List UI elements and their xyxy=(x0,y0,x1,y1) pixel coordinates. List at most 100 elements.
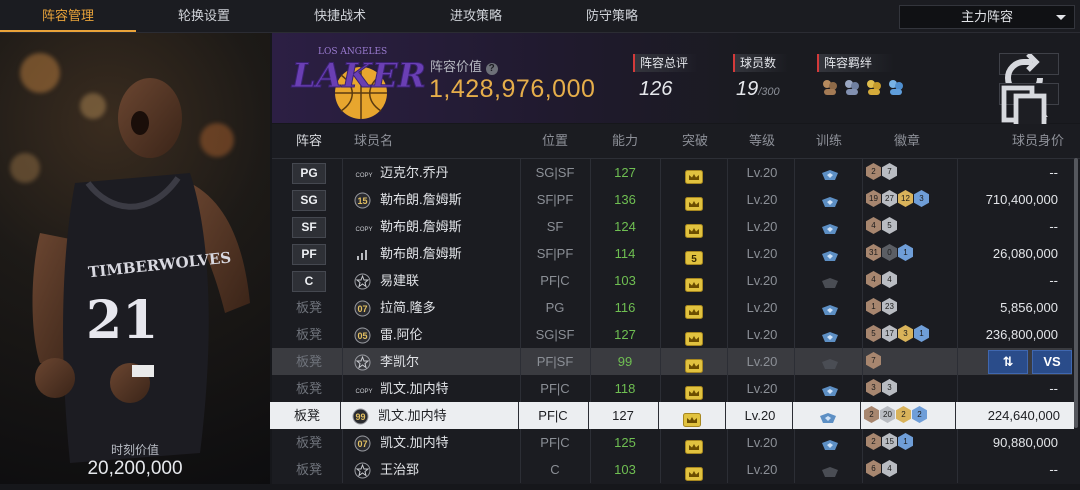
slot-label: 板凳 xyxy=(293,408,320,423)
player-name[interactable]: 凯文.加内特 xyxy=(380,375,449,402)
tab-rotation-settings[interactable]: 轮换设置 xyxy=(136,0,272,32)
breakthrough-icon[interactable] xyxy=(685,436,703,454)
badge-list[interactable]: 2 20 2 2 xyxy=(864,406,927,425)
breakthrough-icon[interactable] xyxy=(685,166,703,184)
training-icon[interactable] xyxy=(820,246,840,261)
breakthrough-icon[interactable] xyxy=(685,274,703,292)
select-button[interactable]: 选拔 xyxy=(999,52,1059,127)
bond-icon-2[interactable] xyxy=(843,78,861,96)
breakthrough-icon[interactable]: 5 xyxy=(685,247,703,265)
col-ability[interactable]: 能力 xyxy=(590,124,660,158)
badge-icon: 2 xyxy=(896,406,911,423)
table-row[interactable]: 板凳 07 拉简.隆多 PG 116 Lv.20 1 23 5,856,000 xyxy=(272,294,1072,321)
help-icon[interactable]: ? xyxy=(485,63,498,75)
training-icon[interactable] xyxy=(818,408,838,423)
badge-list[interactable]: 44 xyxy=(866,271,897,290)
training-icon[interactable] xyxy=(820,381,840,396)
table-scrollbar[interactable] xyxy=(1074,158,1078,428)
bond-icons[interactable] xyxy=(821,78,905,100)
breakthrough-icon[interactable] xyxy=(685,382,703,400)
training-icon[interactable] xyxy=(820,192,840,207)
table-row[interactable]: PF 勒布朗.詹姆斯 SF|PF 114 5 Lv.20 31 0 1 26,080,000 xyxy=(272,240,1072,267)
table-row[interactable]: C 易建联 PF|C 103 Lv.20 4 4 -- xyxy=(272,267,1072,294)
svg-text:COPY: COPY xyxy=(355,389,372,395)
tab-defense-strategy[interactable]: 防守策略 xyxy=(544,0,680,32)
slot-badge: SG xyxy=(292,190,326,211)
bond-icon-4[interactable] xyxy=(887,78,905,96)
tab-offense-strategy[interactable]: 进攻策略 xyxy=(408,0,544,32)
player-name[interactable]: 易建联 xyxy=(380,267,419,294)
training-icon[interactable] xyxy=(820,354,840,369)
badge-list[interactable]: 33 xyxy=(866,379,897,398)
col-name[interactable]: 球员名 xyxy=(354,124,414,158)
table-row[interactable]: SF COPY 勒布朗.詹姆斯 SF 124 Lv.20 4 5 -- xyxy=(272,213,1072,240)
training-icon[interactable] xyxy=(820,300,840,315)
player-name[interactable]: 雷.阿伦 xyxy=(380,321,423,348)
table-row[interactable]: 板凳 COPY 凯文.加内特 PF|C 118 Lv.20 3 3 -- xyxy=(272,375,1072,402)
player-name[interactable]: 王治郅 xyxy=(380,456,419,483)
badge-list[interactable]: 27 xyxy=(866,163,897,182)
breakthrough-icon[interactable] xyxy=(685,193,703,211)
card-type-icon: COPY xyxy=(354,164,372,181)
tab-quick-tactics[interactable]: 快捷战术 xyxy=(272,0,408,32)
badge-list[interactable]: 31 0 1 xyxy=(866,244,913,263)
training-icon[interactable] xyxy=(820,165,840,180)
training-icon[interactable] xyxy=(820,219,840,234)
badge-icon: 3 xyxy=(914,190,929,207)
swap-button[interactable]: ⇅ xyxy=(988,350,1028,374)
badge-icon: 15 xyxy=(882,433,897,450)
player-name[interactable]: 凯文.加内特 xyxy=(378,402,447,429)
col-badges[interactable]: 徽章 xyxy=(862,124,952,158)
player-name[interactable]: 李凯尔 xyxy=(380,348,419,375)
rating-label: 阵容总评 xyxy=(633,54,698,72)
col-price[interactable]: 球员身价 xyxy=(972,124,1064,158)
table-row[interactable]: 板凳 05 雷.阿伦 SG|SF 127 Lv.20 5 17 3 1 236,800,000 xyxy=(272,321,1072,348)
table-row[interactable]: 板凳 王治郅 C 103 Lv.20 6 4 -- xyxy=(272,456,1072,483)
player-position: SF xyxy=(546,219,564,234)
badge-list[interactable]: 1 23 xyxy=(866,298,897,317)
breakthrough-icon[interactable] xyxy=(685,355,703,373)
badge-list[interactable]: 5 17 3 1 xyxy=(866,325,929,344)
bond-icon-1[interactable] xyxy=(821,78,839,96)
bond-icon-3[interactable] xyxy=(865,78,883,96)
breakthrough-icon[interactable] xyxy=(685,328,703,346)
player-position: PF|C xyxy=(540,435,570,450)
training-icon[interactable] xyxy=(820,462,840,477)
player-name[interactable]: 拉简.隆多 xyxy=(380,294,436,321)
lineup-select[interactable]: 主力阵容 xyxy=(899,5,1075,29)
breakthrough-icon[interactable] xyxy=(685,301,703,319)
breakthrough-icon[interactable] xyxy=(685,220,703,238)
player-level: Lv.20 xyxy=(746,354,778,369)
training-icon[interactable] xyxy=(820,435,840,450)
card-type-icon: 05 xyxy=(354,326,371,344)
table-row[interactable]: SG 15 勒布朗.詹姆斯 SF|PF 136 Lv.20 19 27 12 3 710,400,0… xyxy=(272,186,1072,213)
col-slot[interactable]: 阵容 xyxy=(280,124,338,158)
table-row[interactable]: 板凳 李凯尔 PF|SF 99 Lv.20 7 ⇅ VS xyxy=(272,348,1072,375)
breakthrough-icon[interactable] xyxy=(685,463,703,481)
badge-list[interactable]: 19 27 12 3 xyxy=(866,190,929,209)
player-count-label: 球员数 xyxy=(733,54,788,72)
badge-list[interactable]: 2 15 1 xyxy=(866,433,913,452)
breakthrough-icon[interactable] xyxy=(683,409,701,427)
player-name[interactable]: 勒布朗.詹姆斯 xyxy=(380,240,462,267)
col-level[interactable]: 等级 xyxy=(727,124,797,158)
table-row[interactable]: PG COPY 迈克尔.乔丹 SG|SF 127 Lv.20 2 7 -- xyxy=(272,159,1072,186)
recycle-button[interactable]: 回收 xyxy=(999,83,1059,157)
col-breakthrough[interactable]: 突破 xyxy=(660,124,730,158)
tab-lineup-management[interactable]: 阵容管理 xyxy=(0,0,136,32)
table-row[interactable]: 板凳 99 凯文.加内特 PF|C 127 Lv.20 2 20 2 2 224,640,000 xyxy=(270,402,1074,429)
badge-list[interactable]: 64 xyxy=(866,460,897,479)
col-training[interactable]: 训练 xyxy=(794,124,864,158)
player-name[interactable]: 勒布朗.詹姆斯 xyxy=(380,186,462,213)
player-name[interactable]: 凯文.加内特 xyxy=(380,429,449,456)
col-position[interactable]: 位置 xyxy=(520,124,590,158)
training-icon[interactable] xyxy=(820,273,840,288)
training-icon[interactable] xyxy=(820,327,840,342)
featured-player-panel[interactable]: TIMBERWOLVES 21 时刻价值 20,200,000 xyxy=(0,33,270,484)
badge-list[interactable]: 45 xyxy=(866,217,897,236)
compare-vs-button[interactable]: VS xyxy=(1032,350,1072,374)
table-row[interactable]: 板凳 07 凯文.加内特 PF|C 125 Lv.20 2 15 1 90,880,000 xyxy=(272,429,1072,456)
player-name[interactable]: 勒布朗.詹姆斯 xyxy=(380,213,462,240)
player-name[interactable]: 迈克尔.乔丹 xyxy=(380,159,449,186)
badge-list[interactable]: 7 xyxy=(866,352,881,371)
